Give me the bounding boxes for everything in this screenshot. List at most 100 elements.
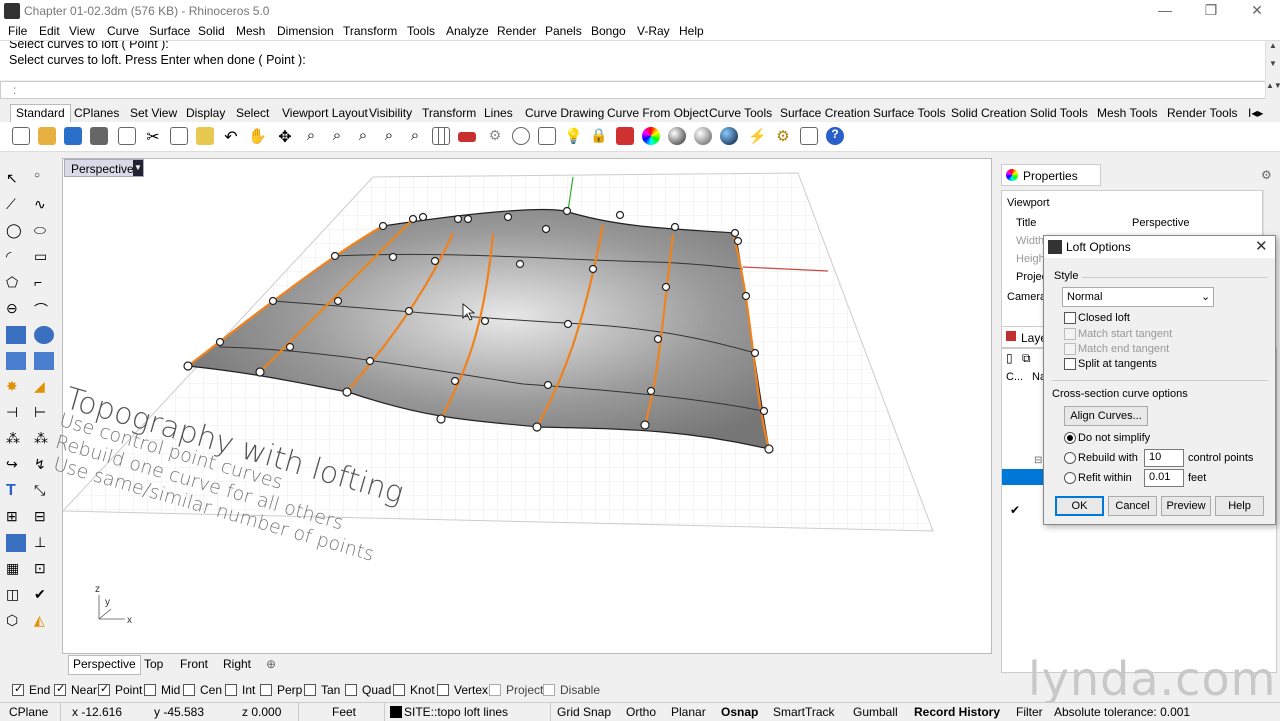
menu-solid[interactable]: Solid bbox=[198, 24, 225, 38]
pan-hand-icon[interactable]: ✋ bbox=[248, 127, 267, 145]
move-icon[interactable]: ⊢ bbox=[34, 404, 54, 422]
menu-edit[interactable]: Edit bbox=[39, 24, 60, 38]
help-button[interactable]: Help bbox=[1215, 496, 1264, 516]
menu-mesh[interactable]: Mesh bbox=[236, 24, 265, 38]
render-preview-icon[interactable]: ◭ bbox=[34, 612, 54, 630]
mesh-icon[interactable]: ◢ bbox=[34, 378, 54, 396]
osnap-near-checkbox[interactable] bbox=[54, 682, 66, 696]
print-icon[interactable] bbox=[90, 127, 108, 145]
menu-surface[interactable]: Surface bbox=[149, 24, 190, 38]
curve-tools-icon[interactable]: ⌒ bbox=[34, 300, 54, 318]
menu-tools[interactable]: Tools bbox=[407, 24, 435, 38]
status-gumball[interactable]: Gumball bbox=[853, 705, 898, 719]
save-icon[interactable] bbox=[64, 127, 82, 145]
osnap-disable-checkbox[interactable] bbox=[543, 684, 555, 696]
new-file-icon[interactable] bbox=[12, 127, 30, 145]
command-spinner[interactable]: ▲▼ bbox=[1265, 81, 1280, 99]
boolean-icon[interactable]: ✸ bbox=[6, 378, 26, 396]
menu-view[interactable]: View bbox=[69, 24, 95, 38]
point-icon[interactable]: ○ bbox=[34, 170, 54, 188]
rendered-sphere-icon[interactable] bbox=[694, 127, 712, 145]
osnap-perp-checkbox[interactable] bbox=[260, 684, 272, 696]
status-current-layer[interactable]: SITE::topo loft lines bbox=[404, 705, 508, 719]
transform-icon[interactable]: ⊣ bbox=[6, 404, 26, 422]
menu-analyze[interactable]: Analyze bbox=[446, 24, 489, 38]
zoom-extents-all-icon[interactable]: ⌕ bbox=[406, 127, 424, 145]
tab-standard[interactable]: Standard bbox=[10, 104, 71, 122]
polyline-icon[interactable]: ⟋ bbox=[6, 196, 26, 214]
rebuild-points-input[interactable]: 10 bbox=[1144, 449, 1184, 467]
grasshopper-icon[interactable] bbox=[800, 127, 818, 145]
dimension-icon[interactable]: ⤡ bbox=[34, 482, 54, 500]
properties-tab[interactable]: Properties bbox=[1001, 164, 1101, 186]
zoom-icon[interactable]: ⌕ bbox=[302, 127, 320, 145]
collapse-icon[interactable]: ⊟ bbox=[1034, 455, 1042, 466]
box-icon[interactable]: ⬡ bbox=[6, 612, 26, 630]
circle-icon[interactable]: ◯ bbox=[6, 222, 26, 240]
tab-solid-creation[interactable]: Solid Creation bbox=[951, 106, 1026, 120]
block-icon[interactable]: ⊟ bbox=[34, 508, 54, 526]
status-grid-snap[interactable]: Grid Snap bbox=[557, 705, 611, 719]
grid-icon[interactable]: ▦ bbox=[6, 560, 26, 578]
menu-curve[interactable]: Curve bbox=[107, 24, 139, 38]
surface-icon[interactable] bbox=[6, 326, 26, 344]
prop-title-value[interactable]: Perspective bbox=[1132, 217, 1189, 229]
text-icon[interactable]: T bbox=[6, 482, 26, 500]
ellipse-icon[interactable]: ⬭ bbox=[34, 222, 54, 240]
status-units[interactable]: Feet bbox=[332, 705, 356, 719]
tab-surface-tools[interactable]: Surface Tools bbox=[873, 106, 946, 120]
properties-icon[interactable]: ⊡ bbox=[34, 560, 54, 578]
refit-tolerance-input[interactable]: 0.01 bbox=[1144, 469, 1184, 487]
history-scrollbar[interactable]: ▲ ▼ bbox=[1265, 41, 1280, 80]
shaded-sphere-icon[interactable] bbox=[668, 127, 686, 145]
new-layer-icon[interactable]: ▯ bbox=[1006, 351, 1013, 365]
light-bulb-icon[interactable]: 💡 bbox=[564, 127, 583, 145]
tab-display[interactable]: Display bbox=[186, 106, 225, 120]
tab-visibility[interactable]: Visibility bbox=[369, 106, 412, 120]
tab-cplanes[interactable]: CPlanes bbox=[74, 106, 119, 120]
panel-settings-gear-icon[interactable]: ⚙ bbox=[1261, 168, 1272, 182]
tab-viewport-layout[interactable]: Viewport Layout bbox=[282, 106, 368, 120]
command-input[interactable]: : bbox=[0, 81, 1266, 99]
menu-bongo[interactable]: Bongo bbox=[591, 24, 626, 38]
viewport-tab-perspective[interactable]: Perspective bbox=[68, 655, 141, 675]
sweep-icon[interactable] bbox=[34, 352, 54, 370]
polygon-icon[interactable]: ⬠ bbox=[6, 274, 26, 292]
rectangle-icon[interactable]: ▭ bbox=[34, 248, 54, 266]
new-sublayer-icon[interactable]: ⧉ bbox=[1022, 351, 1031, 366]
osnap-point-checkbox[interactable] bbox=[98, 682, 110, 696]
lock-icon[interactable]: 🔒 bbox=[590, 127, 608, 145]
status-planar[interactable]: Planar bbox=[671, 705, 706, 719]
curve-icon[interactable]: ∿ bbox=[34, 196, 54, 214]
rebuild-with-radio[interactable] bbox=[1064, 452, 1076, 464]
tab-render-tools[interactable]: Render Tools bbox=[1167, 106, 1238, 120]
select-object-icon[interactable] bbox=[512, 127, 530, 145]
osnap-end-checkbox[interactable] bbox=[12, 682, 24, 696]
solid-box-icon[interactable] bbox=[6, 534, 26, 552]
tab-mesh-tools[interactable]: Mesh Tools bbox=[1097, 106, 1157, 120]
style-select[interactable]: Normal ⌄ bbox=[1062, 287, 1214, 307]
cancel-button[interactable]: Cancel bbox=[1108, 496, 1157, 516]
restore-icon[interactable]: ❐ bbox=[1188, 0, 1234, 22]
color-wheel-icon[interactable] bbox=[642, 127, 660, 145]
analyze-icon[interactable]: ⊥ bbox=[34, 534, 54, 552]
osnap-quad-checkbox[interactable] bbox=[345, 684, 357, 696]
tab-lines[interactable]: Lines bbox=[484, 106, 513, 120]
open-folder-icon[interactable] bbox=[38, 127, 56, 145]
tabs-overflow-icon[interactable]: I◂▸ bbox=[1248, 106, 1263, 120]
osnap-vertex-checkbox[interactable] bbox=[437, 684, 449, 696]
loft-icon[interactable] bbox=[34, 326, 54, 344]
viewport-tab-right[interactable]: Right bbox=[219, 657, 255, 671]
zoom-window-icon[interactable]: ⌕ bbox=[328, 127, 346, 145]
mirror-icon[interactable]: ⁂ bbox=[34, 430, 54, 448]
osnap-cen-checkbox[interactable] bbox=[183, 684, 195, 696]
current-layer-check-icon[interactable]: ✔ bbox=[1010, 503, 1020, 517]
layout-icon[interactable]: ◫ bbox=[6, 586, 26, 604]
undo-icon[interactable]: ↶ bbox=[222, 127, 240, 146]
trim-icon[interactable]: ↪ bbox=[6, 456, 26, 474]
viewport-title[interactable]: Perspective ▼ bbox=[64, 159, 144, 177]
render-flash-icon[interactable]: ⚡ bbox=[748, 127, 767, 145]
render-sphere-icon[interactable] bbox=[720, 127, 738, 145]
status-osnap[interactable]: Osnap bbox=[721, 705, 758, 719]
osnap-project-checkbox[interactable] bbox=[489, 684, 501, 696]
